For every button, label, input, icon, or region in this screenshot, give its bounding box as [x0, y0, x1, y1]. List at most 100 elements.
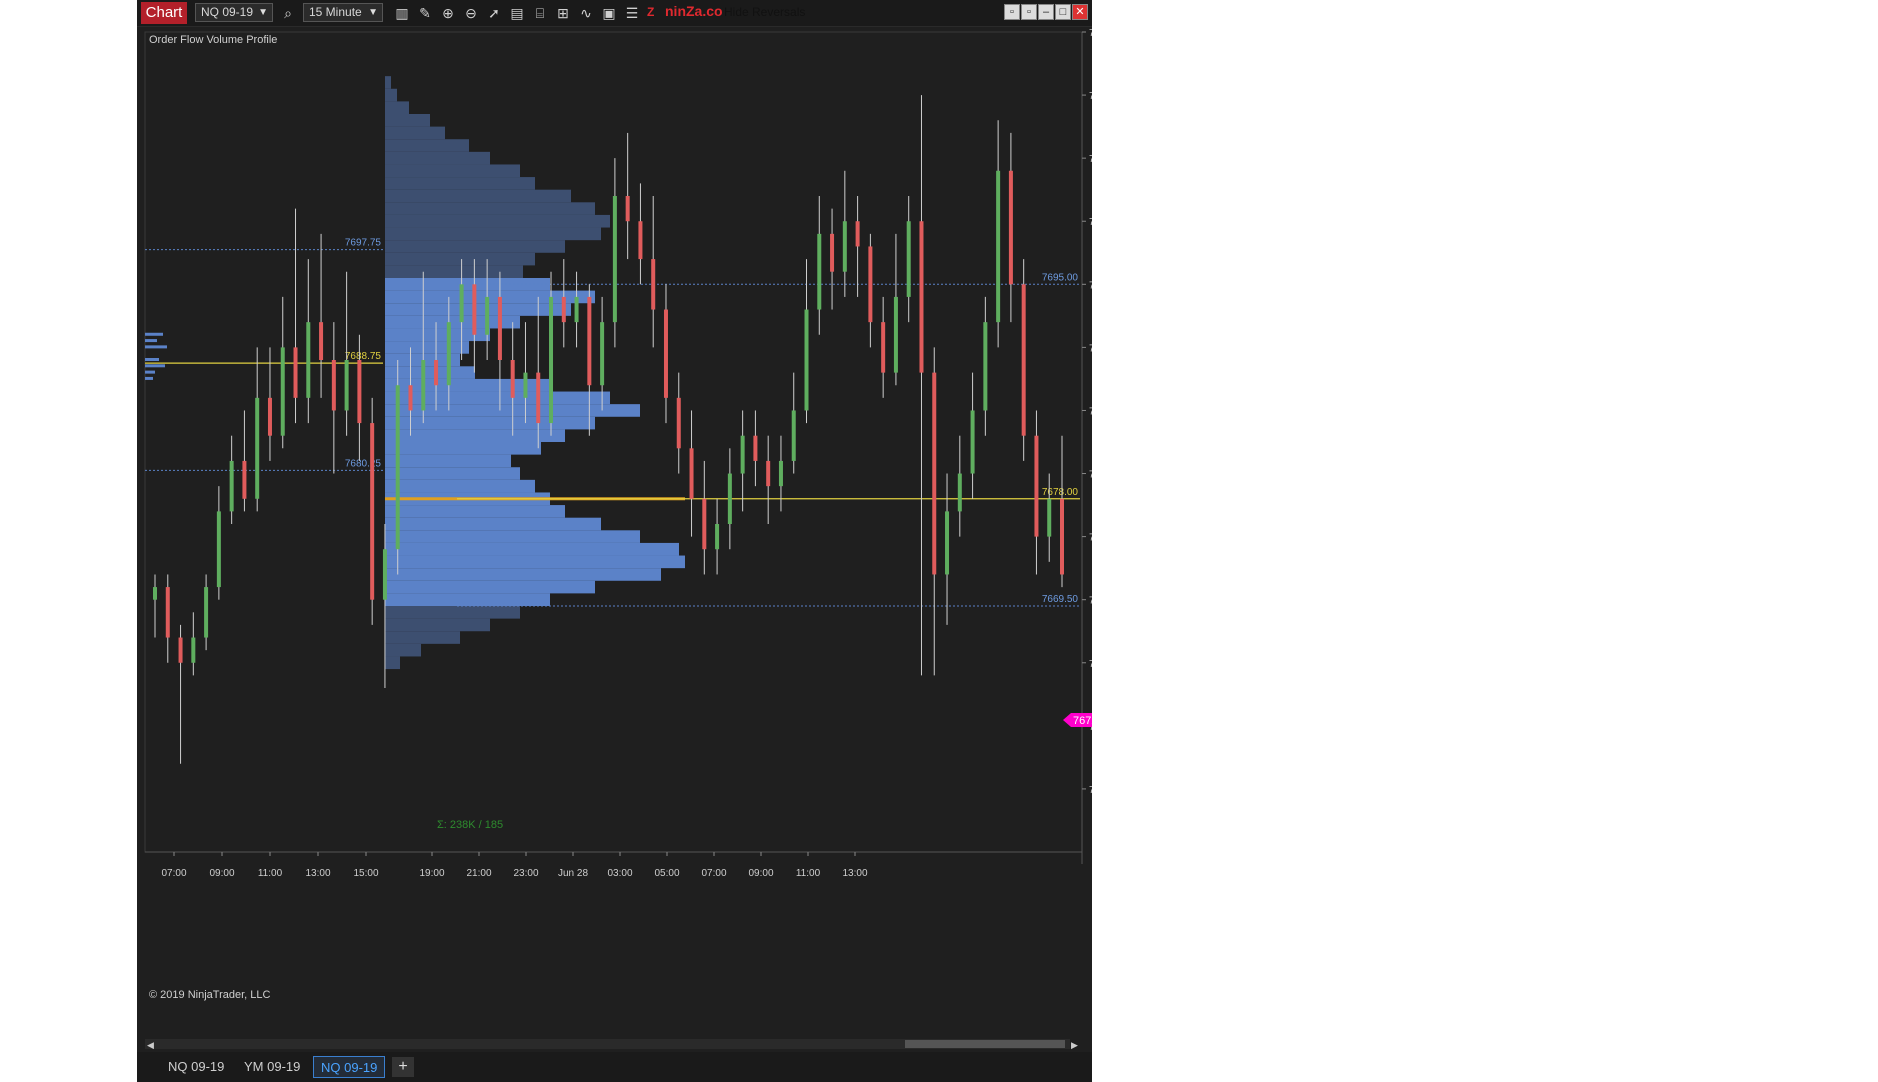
price-tick-label: 7695.00: [1089, 280, 1092, 291]
price-chart[interactable]: 7697.75 7688.75 7680.25 7695.00 7678.00 7669.…: [137, 26, 1092, 1052]
time-tick-label: 13:00: [305, 868, 330, 879]
minimize-icon[interactable]: –: [1038, 4, 1054, 20]
profile-bar: [385, 202, 595, 215]
price-tick-label: 7685.00: [1089, 406, 1092, 417]
bear-candle: [702, 498, 707, 550]
template-icon[interactable]: ▣: [599, 3, 619, 23]
profile-bar: [385, 366, 475, 379]
bull-candle: [446, 322, 451, 386]
scroll-left-icon[interactable]: ◀: [147, 1040, 154, 1050]
bull-candle: [255, 397, 260, 499]
profile-bar: [385, 593, 550, 606]
bear-candle: [1034, 435, 1039, 537]
tab-nq-1[interactable]: NQ 09-19: [161, 1056, 231, 1078]
bull-candle: [600, 322, 605, 386]
bull-candle: [280, 347, 285, 436]
bull-candle: [842, 221, 847, 272]
bear-candle: [357, 360, 362, 424]
price-tick-label: 7665.00: [1089, 659, 1092, 670]
bear-candle: [331, 360, 336, 411]
profile-stub-bar: [145, 364, 165, 368]
profile-bar: [385, 631, 460, 644]
level-label: 7669.50: [1042, 594, 1079, 605]
zoom-in-icon[interactable]: ⊕: [438, 3, 458, 23]
tab-nq-active[interactable]: NQ 09-19: [313, 1056, 386, 1078]
pointer-icon[interactable]: ➚: [484, 3, 504, 23]
list-icon[interactable]: ☰: [622, 3, 642, 23]
zoom-out-icon[interactable]: ⊖: [461, 3, 481, 23]
profile-stub-bar: [145, 370, 155, 374]
horizontal-scrollbar[interactable]: ◀ ▶: [145, 1039, 1078, 1050]
ninza-brand[interactable]: ninZa.co: [665, 3, 723, 22]
close-icon[interactable]: ✕: [1072, 4, 1088, 20]
tile-icon[interactable]: ▫: [1021, 4, 1037, 20]
bull-candle: [549, 296, 554, 424]
bear-candle: [753, 435, 758, 461]
chart-toolbar: Chart NQ 09-19 ▼ ⌕ 15 Minute ▼ ▥ ✎ ⊕ ⊖ ➚…: [137, 0, 1092, 27]
price-tick-label: 7705.00: [1089, 154, 1092, 165]
bear-candle: [881, 322, 886, 373]
profile-stub-bar: [145, 339, 157, 343]
time-tick-label: 11:00: [796, 868, 821, 879]
bear-candle: [689, 448, 694, 499]
profile-stub-bar: [145, 332, 163, 336]
bear-candle: [267, 397, 272, 436]
chart-label[interactable]: Chart: [141, 2, 187, 24]
bear-candle: [536, 372, 541, 424]
bull-candle: [945, 511, 950, 575]
indicators-icon[interactable]: ∿: [576, 3, 596, 23]
maximize-icon[interactable]: □: [1055, 4, 1071, 20]
interval-selector[interactable]: 15 Minute ▼: [303, 3, 383, 22]
bull-candle: [191, 637, 196, 663]
bull-candle: [344, 360, 349, 411]
bar-style-icon[interactable]: ▥: [392, 3, 412, 23]
tab-ym[interactable]: YM 09-19: [237, 1056, 307, 1078]
bull-candle: [817, 233, 822, 310]
search-icon[interactable]: ⌕: [278, 3, 298, 23]
instrument-selector[interactable]: NQ 09-19 ▼: [195, 3, 273, 22]
profile-bar: [385, 227, 601, 241]
price-tick-label: 7680.00: [1089, 470, 1092, 481]
time-axis[interactable]: 07:00 09:00 11:00 13:00 15:00 19:00 21:00 23:00…: [145, 851, 1082, 879]
bull-candle: [778, 460, 783, 487]
time-tick-label: Jun 28: [558, 868, 588, 879]
data-box-icon[interactable]: ▤: [507, 3, 527, 23]
chevron-down-icon: ▼: [368, 7, 378, 18]
add-tab-button[interactable]: +: [392, 1057, 414, 1077]
bull-candle: [791, 410, 796, 461]
hide-reversals-button[interactable]: Hide Reversals: [724, 5, 805, 24]
properties-icon[interactable]: ⌸: [530, 3, 550, 23]
profile-bar: [385, 442, 541, 455]
profile-bar: [385, 568, 661, 581]
time-tick-label: 07:00: [161, 868, 186, 879]
bull-candle: [485, 296, 490, 335]
copyright-text: © 2019 NinjaTrader, LLC: [149, 989, 270, 1001]
profile-bar: [385, 164, 520, 178]
bear-candle: [663, 309, 668, 398]
profile-bar: [385, 479, 535, 493]
profile-bar: [385, 643, 421, 657]
profile-bar: [385, 530, 640, 543]
time-tick-label: 03:00: [607, 868, 632, 879]
bear-candle: [561, 296, 566, 323]
price-axis[interactable]: 7715.00 7710.00 7705.00 7700.00 7695.00 7690.…: [1081, 28, 1092, 864]
strategies-icon[interactable]: ⊞: [553, 3, 573, 23]
profile-bar: [385, 101, 409, 114]
bear-candle: [370, 423, 375, 600]
ninza-z-button[interactable]: Z: [647, 5, 654, 24]
level-label: 7697.75: [345, 238, 382, 249]
profile-bar: [385, 139, 469, 152]
bear-candle: [766, 460, 771, 487]
price-tick-label: 7675.00: [1089, 533, 1092, 544]
interval-value: 15 Minute: [309, 5, 362, 19]
bear-candle: [587, 296, 592, 386]
bear-candle: [1008, 170, 1013, 285]
profile-bar: [385, 505, 565, 518]
chart-window: Chart NQ 09-19 ▼ ⌕ 15 Minute ▼ ▥ ✎ ⊕ ⊖ ➚…: [137, 0, 1092, 1082]
level-label: 7678.00: [1042, 487, 1079, 498]
level-label: 7688.75: [345, 351, 382, 362]
restore-icon[interactable]: ▫: [1004, 4, 1020, 20]
bear-candle: [165, 587, 170, 638]
draw-icon[interactable]: ✎: [415, 3, 435, 23]
scroll-right-icon[interactable]: ▶: [1071, 1040, 1078, 1050]
